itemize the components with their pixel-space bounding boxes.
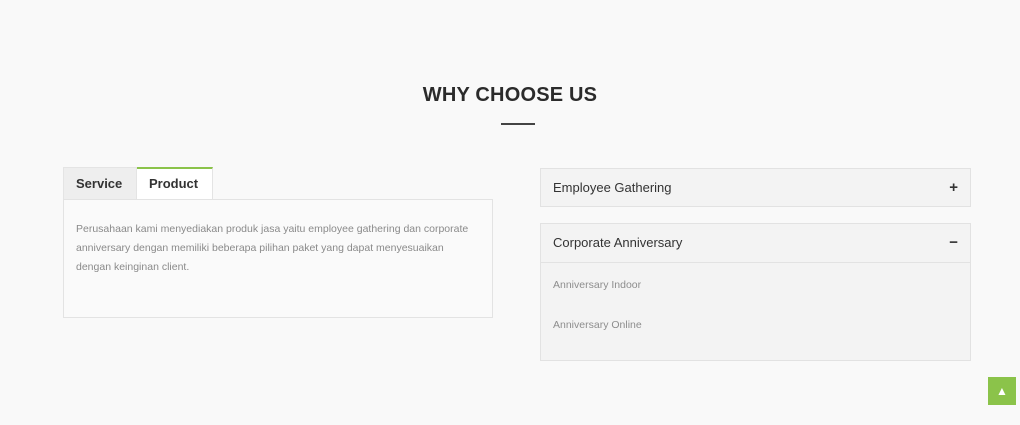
accordion-item-employee-gathering: Employee Gathering + — [540, 168, 971, 207]
accordion-item-corporate-anniversary: Corporate Anniversary − Anniversary Indo… — [540, 223, 971, 361]
why-choose-us-section: WHY CHOOSE US Service Product Perusahaan… — [0, 0, 1020, 425]
accordion-title: Employee Gathering — [553, 180, 672, 195]
chevron-up-icon: ▲ — [996, 384, 1008, 398]
back-to-top-button[interactable]: ▲ — [988, 377, 1016, 405]
accordion-title: Corporate Anniversary — [553, 235, 683, 250]
minus-icon[interactable]: − — [949, 224, 958, 262]
link-anniversary-indoor[interactable]: Anniversary Indoor — [553, 271, 958, 311]
accordion: Employee Gathering + Corporate Anniversa… — [540, 168, 971, 361]
tabs-panel: Service Product Perusahaan kami menyedia… — [63, 167, 493, 318]
title-divider — [501, 123, 535, 125]
accordion-header-employee-gathering[interactable]: Employee Gathering + — [541, 169, 970, 207]
tab-product[interactable]: Product — [137, 167, 213, 199]
tab-bar: Service Product — [63, 167, 493, 199]
accordion-body: Anniversary Indoor Anniversary Online — [541, 263, 970, 351]
accordion-header-corporate-anniversary[interactable]: Corporate Anniversary − — [541, 224, 970, 263]
section-title: WHY CHOOSE US — [422, 84, 598, 106]
tab-service[interactable]: Service — [63, 167, 137, 199]
link-anniversary-online[interactable]: Anniversary Online — [553, 311, 958, 351]
plus-icon[interactable]: + — [949, 169, 958, 207]
tab-content: Perusahaan kami menyediakan produk jasa … — [63, 199, 493, 318]
